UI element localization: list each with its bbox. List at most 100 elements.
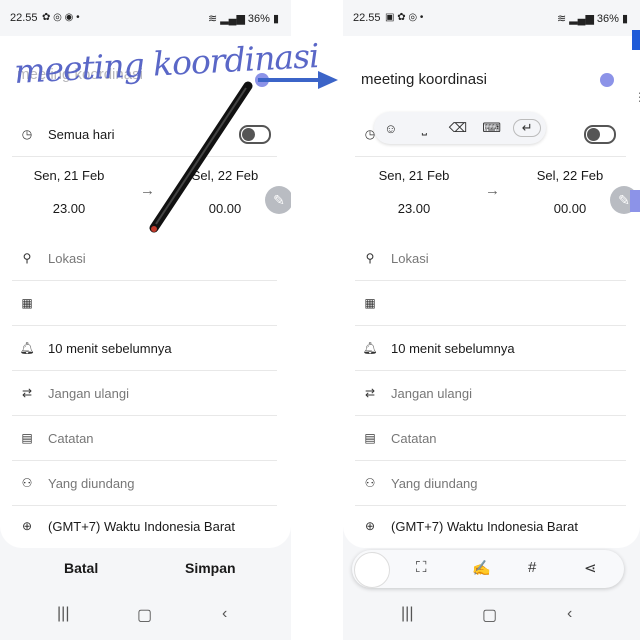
- person-icon: ⚇: [21, 476, 33, 490]
- location-row[interactable]: ⚲ Lokasi: [355, 236, 626, 281]
- reminder-value: 10 menit sebelumnya: [48, 340, 172, 356]
- bell-icon: 🔔︎: [362, 341, 378, 355]
- notes-icon: ▤: [364, 431, 376, 445]
- invitees-field: Yang diundang: [48, 475, 135, 491]
- signal-icon: ▂▄▆: [569, 13, 594, 25]
- handwriting-toolbar: ☺ ⎵ ⌫ ⌨ ↵: [374, 112, 546, 144]
- wifi-icon: ≋: [207, 13, 218, 25]
- calendar-icon: ▦: [21, 296, 33, 310]
- notes-row[interactable]: ▤ Catatan: [355, 416, 626, 461]
- battery-level: 36%: [247, 12, 270, 25]
- s-pen-icon: [149, 81, 253, 233]
- write-icon[interactable]: ✍: [472, 559, 491, 577]
- status-bar: 22.55 ▣ ✿ ◎ • ≋ ▂▄▆ 36% ▮: [343, 0, 640, 36]
- status-time: 22.55: [353, 12, 381, 24]
- cancel-button[interactable]: Batal: [64, 560, 98, 576]
- start-date: Sen, 21 Feb: [33, 168, 105, 183]
- calendar-icon: ▦: [364, 296, 376, 310]
- home-icon[interactable]: ▢: [482, 605, 497, 625]
- pencil-icon[interactable]: ✎: [265, 186, 291, 214]
- location-field: Lokasi: [391, 250, 429, 266]
- pen-tools-bar: ⛶ ✍ # ⋖: [352, 550, 624, 588]
- calendar-row[interactable]: ▦: [12, 281, 277, 326]
- backspace-icon[interactable]: ⌫: [446, 120, 470, 136]
- status-right: ≋ ▂▄▆ 36% ▮: [207, 12, 279, 26]
- back-icon[interactable]: ‹: [222, 605, 227, 623]
- start-time: 23.00: [52, 201, 86, 216]
- more-icon[interactable]: ⋮: [634, 90, 640, 104]
- battery-icon: ▮: [621, 13, 628, 25]
- event-color-picker[interactable]: [600, 73, 614, 87]
- back-icon[interactable]: ‹: [567, 605, 572, 623]
- globe-icon: ⊕: [21, 519, 33, 533]
- right-phone-screen: 22.55 ▣ ✿ ◎ • ≋ ▂▄▆ 36% ▮ meeting koordi…: [343, 0, 640, 640]
- edge-color-strip: [630, 190, 640, 212]
- status-time: 22.55: [10, 12, 38, 24]
- person-icon: ⚇: [364, 476, 376, 490]
- hashtag-icon[interactable]: #: [528, 559, 536, 576]
- start-date: Sen, 21 Feb: [378, 168, 450, 183]
- note-thumbnail[interactable]: [354, 552, 390, 588]
- status-right: ≋ ▂▄▆ 36% ▮: [556, 12, 628, 26]
- wifi-icon: ≋: [556, 13, 567, 25]
- timezone-row[interactable]: ⊕ (GMT+7) Waktu Indonesia Barat: [12, 504, 277, 548]
- location-pin-icon: ⚲: [22, 251, 32, 265]
- start-time: 23.00: [397, 201, 431, 216]
- end-time: 00.00: [553, 201, 587, 216]
- timezone-value: (GMT+7) Waktu Indonesia Barat: [48, 518, 236, 534]
- status-bar: 22.55 ✿ ◎ ◉ • ≋ ▂▄▆ 36% ▮: [0, 0, 291, 36]
- emoji-icon[interactable]: ☺: [379, 121, 403, 136]
- repeat-row[interactable]: ⇄ Jangan ulangi: [12, 371, 277, 416]
- notification-icons: ▣ ✿ ◎ •: [385, 12, 424, 23]
- notes-row[interactable]: ▤ Catatan: [12, 416, 277, 461]
- repeat-value: Jangan ulangi: [48, 385, 129, 401]
- invitees-row[interactable]: ⚇ Yang diundang: [12, 461, 277, 506]
- globe-icon: ⊕: [364, 519, 376, 533]
- recents-icon[interactable]: |||: [57, 605, 69, 623]
- arrow-right-icon: →: [485, 182, 500, 199]
- reminder-row[interactable]: 🔔︎ 10 menit sebelumnya: [12, 326, 277, 371]
- timezone-row[interactable]: ⊕ (GMT+7) Waktu Indonesia Barat: [355, 504, 626, 548]
- notes-icon: ▤: [21, 431, 33, 445]
- share-icon[interactable]: ⋖: [584, 559, 597, 577]
- enter-icon[interactable]: ↵: [513, 119, 542, 137]
- bell-icon: 🔔︎: [19, 341, 35, 355]
- signal-icon: ▂▄▆: [220, 13, 245, 25]
- save-button[interactable]: Simpan: [185, 560, 236, 576]
- battery-level: 36%: [596, 12, 619, 25]
- scan-icon[interactable]: ⛶: [416, 559, 427, 576]
- navigation-bar: ||| ▢ ‹: [0, 600, 291, 630]
- reminder-value: 10 menit sebelumnya: [391, 340, 515, 356]
- end-date: Sel, 22 Feb: [536, 168, 604, 183]
- repeat-icon: ⇄: [364, 386, 376, 400]
- space-icon[interactable]: ⎵: [412, 120, 436, 136]
- repeat-row[interactable]: ⇄ Jangan ulangi: [355, 371, 626, 416]
- notes-field: Catatan: [48, 430, 94, 446]
- location-field: Lokasi: [48, 250, 86, 266]
- invitees-field: Yang diundang: [391, 475, 478, 491]
- reminder-row[interactable]: 🔔︎ 10 menit sebelumnya: [355, 326, 626, 371]
- edge-tab: [632, 30, 640, 50]
- transition-arrow-icon: [258, 71, 338, 89]
- start-datetime[interactable]: Sen, 21 Feb 23.00: [24, 168, 114, 216]
- clock-icon: ◷: [21, 127, 33, 141]
- battery-icon: ▮: [272, 13, 279, 25]
- location-pin-icon: ⚲: [365, 251, 375, 265]
- notes-field: Catatan: [391, 430, 437, 446]
- keyboard-icon[interactable]: ⌨: [480, 120, 504, 136]
- all-day-toggle[interactable]: [584, 125, 616, 144]
- all-day-label: Semua hari: [48, 126, 115, 142]
- repeat-value: Jangan ulangi: [391, 385, 472, 401]
- timezone-value: (GMT+7) Waktu Indonesia Barat: [391, 518, 579, 534]
- title-input[interactable]: meeting koordinasi: [361, 71, 487, 88]
- recents-icon[interactable]: |||: [401, 605, 413, 623]
- calendar-row[interactable]: ▦: [355, 281, 626, 326]
- end-datetime[interactable]: Sel, 22 Feb 00.00: [525, 168, 615, 216]
- navigation-bar: ||| ▢ ‹: [343, 600, 640, 630]
- start-datetime[interactable]: Sen, 21 Feb 23.00: [369, 168, 459, 216]
- invitees-row[interactable]: ⚇ Yang diundang: [355, 461, 626, 506]
- home-icon[interactable]: ▢: [137, 605, 152, 625]
- repeat-icon: ⇄: [21, 386, 33, 400]
- location-row[interactable]: ⚲ Lokasi: [12, 236, 277, 281]
- notification-icons: ✿ ◎ ◉ •: [42, 12, 80, 23]
